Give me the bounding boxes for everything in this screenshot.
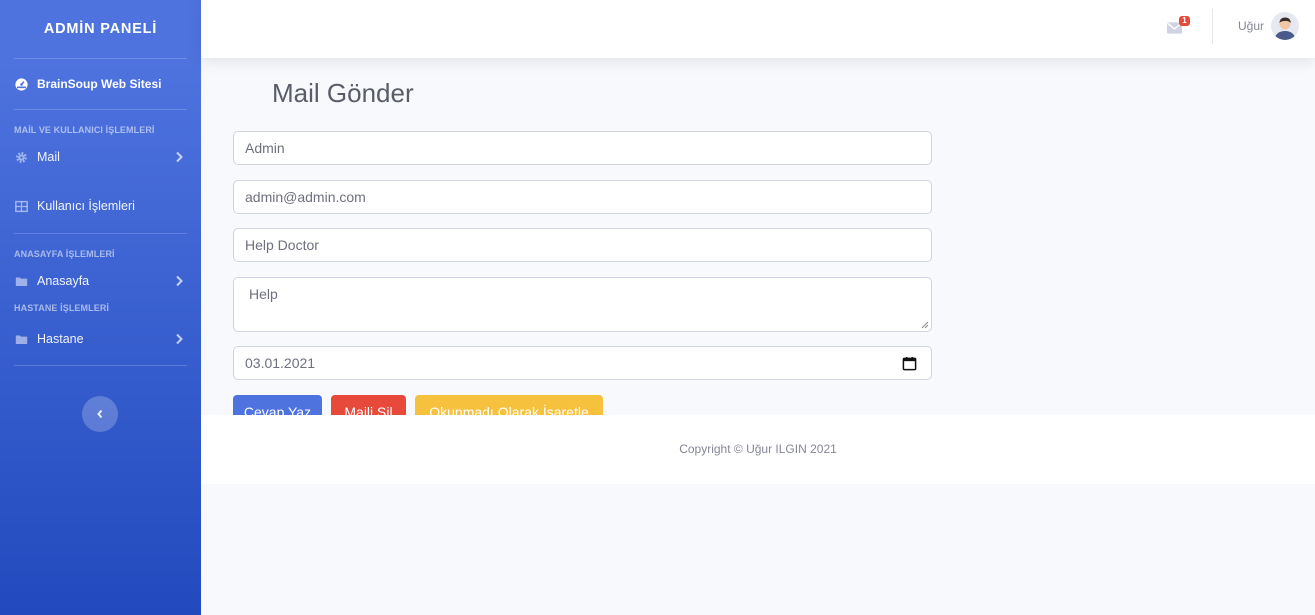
sidebar-item-hastane[interactable]: Hastane	[0, 313, 201, 365]
table-icon	[15, 200, 28, 212]
calendar-icon[interactable]	[902, 356, 917, 371]
resize-handle-icon[interactable]	[921, 321, 929, 329]
copyright-text: Copyright © Uğur ILGIN 2021	[679, 442, 837, 456]
sidebar-divider	[14, 109, 187, 110]
sidebar-toggle-button[interactable]	[82, 396, 118, 432]
sidebar-divider	[14, 365, 187, 366]
folder-icon	[15, 276, 28, 286]
chevron-left-icon	[97, 409, 103, 419]
sidebar-item-label: Mail	[37, 150, 60, 164]
sidebar-item-mail[interactable]: Mail	[0, 135, 201, 179]
chevron-right-icon	[176, 151, 183, 163]
gear-icon	[16, 151, 27, 163]
footer: Copyright © Uğur ILGIN 2021	[201, 415, 1315, 484]
user-avatar-icon	[1271, 12, 1299, 40]
user-name[interactable]: Uğur	[1238, 19, 1264, 33]
avatar[interactable]	[1271, 12, 1299, 40]
sidebar-item-label: Anasayfa	[37, 274, 90, 288]
sidebar-divider	[14, 233, 187, 234]
email-input[interactable]: admin@admin.com	[233, 180, 932, 214]
dashboard-icon	[15, 77, 28, 91]
folder-icon	[15, 334, 28, 344]
date-value: 03.01.2021	[245, 355, 316, 371]
message-text: Help	[249, 286, 278, 302]
name-input[interactable]: Admin	[233, 131, 932, 165]
sidebar-heading: MAİL VE KULLANICI İŞLEMLERİ	[14, 125, 155, 135]
sidebar-item-label: Hastane	[37, 332, 84, 346]
sidebar-item-anasayfa[interactable]: Anasayfa	[0, 259, 201, 303]
sidebar: ADMİN PANELİ BrainSoup Web Sitesi MAİL V…	[0, 0, 201, 615]
sidebar-heading: HASTANE İŞLEMLERİ	[14, 303, 110, 313]
topbar-divider	[1212, 9, 1213, 44]
messages-dropdown[interactable]: 1	[1167, 16, 1190, 37]
page-title: Mail Gönder	[272, 78, 414, 108]
subject-input[interactable]: Help Doctor	[233, 228, 932, 262]
chevron-right-icon	[176, 333, 183, 345]
sidebar-item-users[interactable]: Kullanıcı İşlemleri	[0, 179, 201, 233]
message-textarea[interactable]: Help	[233, 277, 932, 332]
sidebar-heading: ANASAYFA İŞLEMLERİ	[14, 249, 115, 259]
sidebar-item-label: Kullanıcı İşlemleri	[37, 199, 135, 213]
topbar: 1 Uğur	[201, 0, 1315, 58]
sidebar-item-label: BrainSoup Web Sitesi	[37, 77, 162, 91]
chevron-right-icon	[176, 275, 183, 287]
sidebar-brand[interactable]: ADMİN PANELİ	[0, 0, 201, 58]
sidebar-item-website[interactable]: BrainSoup Web Sitesi	[0, 59, 201, 109]
message-count-badge: 1	[1179, 16, 1190, 26]
date-input[interactable]: 03.01.2021	[233, 346, 932, 380]
